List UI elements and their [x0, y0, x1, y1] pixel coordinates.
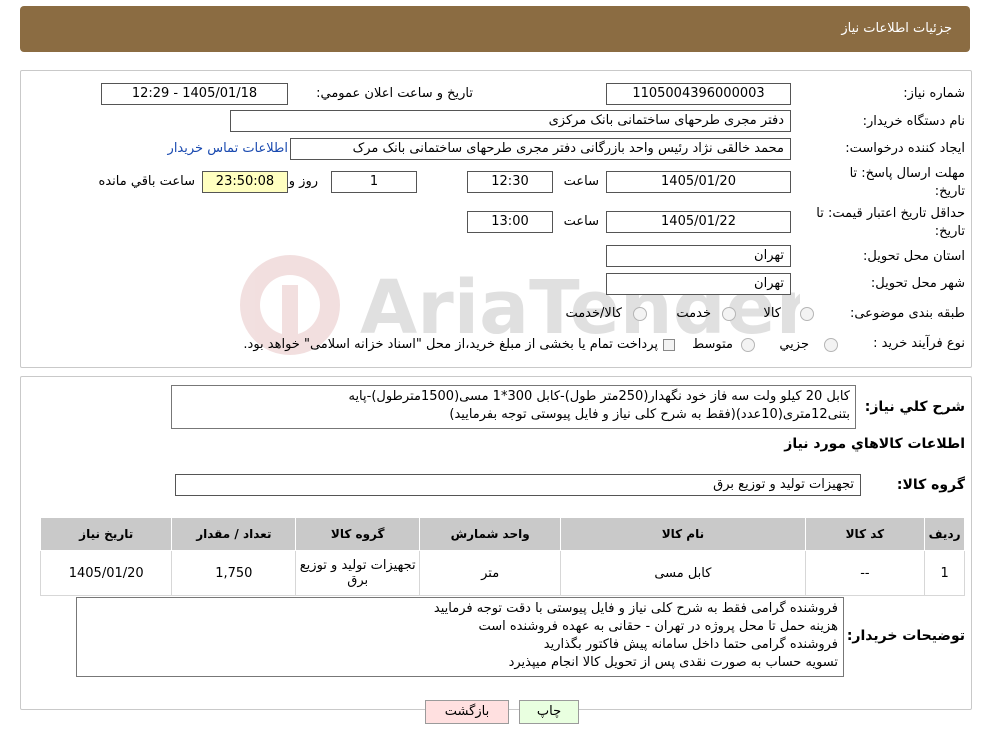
col-name: نام کالا — [560, 517, 806, 551]
buyer-org-label: نام دستگاه خريدار: — [862, 114, 965, 129]
remaining-time: 23:50:08 — [202, 171, 288, 193]
buyer-notes-textarea[interactable]: فروشنده گرامی فقط به شرح کلی نیاز و فایل… — [76, 597, 844, 677]
province-label: استان محل تحويل: — [863, 249, 965, 264]
city-label: شهر محل تحويل: — [870, 276, 965, 291]
cell-code: -- — [804, 550, 926, 596]
table-row: 1 -- کابل مسی متر تجهیزات تولید و توزیع … — [39, 550, 965, 596]
category-radio-service[interactable] — [722, 307, 736, 321]
province-field: تهران — [606, 245, 791, 267]
price-validity-time-label: ساعت — [563, 214, 599, 229]
treasury-checkbox[interactable] — [663, 339, 675, 351]
group-label: گروه کالا: — [896, 477, 965, 493]
reply-deadline-time: 12:30 — [467, 171, 553, 193]
remaining-days: 1 — [331, 171, 417, 193]
items-section-title: اطلاعات کالاهاي مورد نياز — [784, 436, 965, 452]
category-option-goods: کالا — [763, 306, 781, 321]
purchase-type-option-medium: متوسط — [692, 337, 733, 352]
page-title: جزئیات اطلاعات نیاز — [841, 21, 952, 36]
group-field: تجهیزات تولید و توزیع برق — [175, 474, 861, 496]
purchase-type-radio-medium[interactable] — [741, 338, 755, 352]
need-number-label: شماره نیاز: — [903, 86, 965, 101]
col-unit: واحد شمارش — [419, 517, 562, 551]
purchase-type-option-minor: جزيي — [779, 337, 809, 352]
description-line-2: بتنی12متری(10عدد)(فقط به شرح کلی نیاز و … — [449, 407, 850, 422]
cell-name: کابل مسی — [560, 550, 806, 596]
buyer-contact-link[interactable]: اطلاعات تماس خريدار — [168, 141, 288, 156]
days-label: روز و — [288, 174, 318, 189]
purchase-type-radio-minor[interactable] — [824, 338, 838, 352]
items-table: رديف کد کالا نام کالا واحد شمارش گروه کا… — [39, 517, 965, 596]
cell-unit: متر — [419, 550, 562, 596]
description-textarea[interactable]: کابل 20 کیلو ولت سه فاز خود نگهدار(250مت… — [171, 385, 856, 429]
category-option-service: خدمت — [676, 306, 711, 321]
cell-date: 1405/01/20 — [39, 550, 173, 596]
reply-deadline-label: مهلت ارسال پاسخ: تا — [849, 166, 965, 181]
col-date: تاريخ نياز — [39, 517, 173, 551]
cell-row: 1 — [924, 550, 965, 596]
category-radio-goods-service[interactable] — [633, 307, 647, 321]
buyer-note-line-2: هزینه حمل تا محل پروژه در تهران - حقانی … — [478, 619, 838, 634]
price-validity-label-date: تاريخ: — [934, 224, 965, 239]
need-number-field: 1105004396000003 — [606, 83, 791, 105]
treasury-note: پرداخت تمام يا بخشی از مبلغ خريد،از محل … — [243, 337, 658, 352]
price-validity-date: 1405/01/22 — [606, 211, 791, 233]
category-option-goods-service: کالا/خدمت — [565, 306, 622, 321]
cell-group: تجهیزات تولید و توزیع برق — [295, 550, 421, 596]
requester-label: ايجاد کننده درخواست: — [845, 141, 965, 156]
category-label: طبقه بندی موضوعی: — [849, 306, 965, 321]
price-validity-time: 13:00 — [467, 211, 553, 233]
reply-deadline-time-label: ساعت — [563, 174, 599, 189]
price-validity-label: حداقل تاريخ اعتبار قيمت: تا — [816, 206, 965, 221]
buyer-note-line-3: فروشنده گرامی حتما داخل سامانه پیش فاکتو… — [543, 637, 838, 652]
category-radio-goods[interactable] — [800, 307, 814, 321]
col-row: رديف — [924, 517, 965, 551]
cell-qty: 1,750 — [171, 550, 297, 596]
col-group: گروه کالا — [295, 517, 421, 551]
description-label: شرح کلي نياز: — [864, 399, 965, 415]
remaining-time-label: ساعت باقي مانده — [98, 174, 195, 189]
page-header: جزئیات اطلاعات نیاز — [20, 6, 970, 52]
requester-field: محمد خالقی نژاد رئیس واحد بازرگانی دفتر … — [290, 138, 791, 160]
print-button[interactable]: چاپ — [519, 700, 579, 724]
city-field: تهران — [606, 273, 791, 295]
buyer-notes-label: توضيحات خريدار: — [846, 628, 965, 644]
description-line-1: کابل 20 کیلو ولت سه فاز خود نگهدار(250مت… — [348, 389, 850, 404]
items-table-header: رديف کد کالا نام کالا واحد شمارش گروه کا… — [39, 517, 965, 551]
purchase-type-label: نوع فرآيند خريد : — [873, 336, 965, 351]
col-code: کد کالا — [804, 517, 926, 551]
buyer-note-line-4: تسویه حساب به صورت نقدی پس از تحویل کالا… — [508, 655, 838, 670]
reply-deadline-label-date: تاريخ: — [934, 184, 965, 199]
announce-datetime-label: تاریخ و ساعت اعلان عمومي: — [316, 86, 473, 101]
back-button[interactable]: بازگشت — [425, 700, 509, 724]
buyer-note-line-1: فروشنده گرامی فقط به شرح کلی نیاز و فایل… — [433, 601, 838, 616]
reply-deadline-date: 1405/01/20 — [606, 171, 791, 193]
announce-datetime-field: 1405/01/18 - 12:29 — [101, 83, 288, 105]
buyer-org-field: دفتر مجری طرحهای ساختمانی بانک مرکزی — [230, 110, 791, 132]
col-qty: تعداد / مقدار — [171, 517, 297, 551]
